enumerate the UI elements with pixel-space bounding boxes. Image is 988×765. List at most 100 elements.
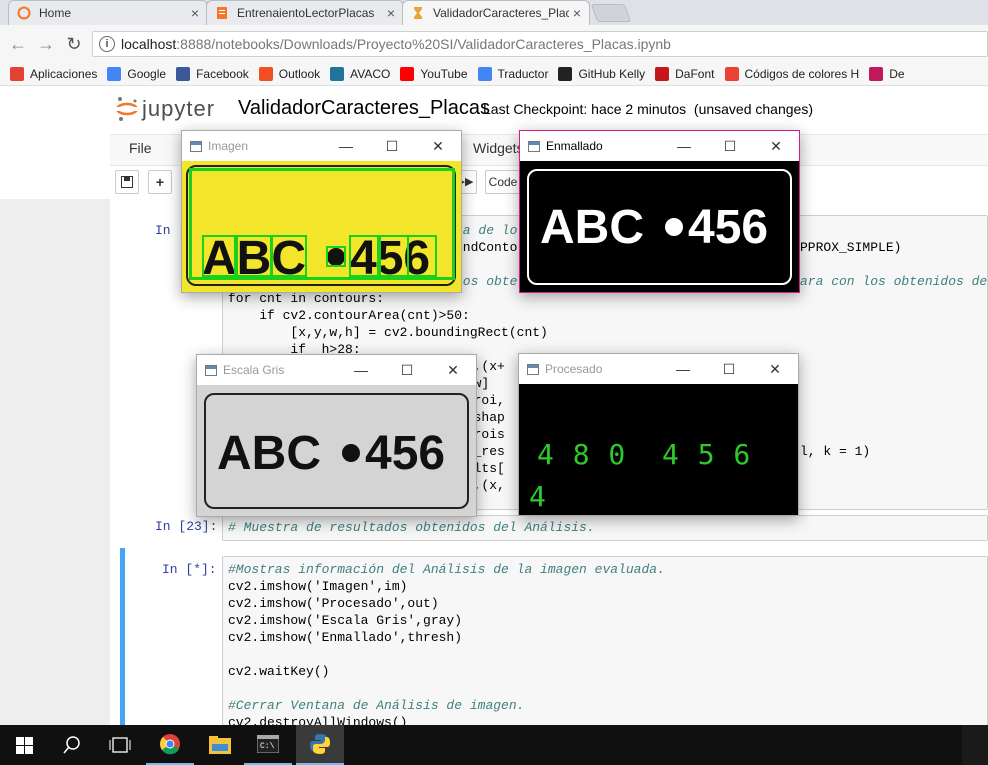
bookmark-item[interactable]: Outlook <box>258 67 320 81</box>
bookmark-icon <box>558 67 573 81</box>
menu-widgets[interactable]: Widgets <box>473 140 524 156</box>
close-icon[interactable]: × <box>191 5 199 21</box>
bookmark-item[interactable]: Códigos de colores H <box>724 67 860 81</box>
bookmark-label: Traductor <box>497 67 549 81</box>
plate-digits: 456 <box>688 201 768 254</box>
bookmark-icon <box>10 67 24 81</box>
tab-validador[interactable]: ValidadorCaracteres_Plac × <box>402 0 590 25</box>
bookmark-item[interactable]: AVACO <box>330 67 390 81</box>
terminal-icon[interactable]: C:\ <box>244 725 292 765</box>
minimize-icon[interactable]: — <box>660 361 706 377</box>
plate-digits: 456 <box>350 232 430 285</box>
plate-letters: ABC <box>217 427 321 480</box>
close-icon[interactable]: × <box>573 5 581 21</box>
bookmark-label: Google <box>127 67 167 81</box>
new-tab-button[interactable] <box>590 4 632 22</box>
close-icon[interactable]: ✕ <box>415 138 461 155</box>
bookmark-item[interactable]: GitHub Kelly <box>558 67 645 81</box>
bookmarks-bar: Aplicaciones Google Facebook Outlook AVACO Yo… <box>0 63 988 86</box>
chrome-icon[interactable] <box>146 725 194 765</box>
window-procesado[interactable]: Procesado — ☐ ✕ 4 8 0 4 5 6 4 <box>518 353 799 516</box>
window-title: Escala Gris <box>223 363 285 377</box>
bookmark-label: YouTube <box>420 67 468 81</box>
bookmark-item[interactable]: DaFont <box>655 67 715 81</box>
bookmark-item[interactable]: Facebook <box>176 67 249 81</box>
notebook-icon <box>215 6 229 20</box>
code-fragment: ía de lo <box>455 223 518 238</box>
cell-prompt: In [*]: <box>162 562 217 577</box>
bookmark-label: Códigos de colores H <box>744 67 860 81</box>
window-titlebar[interactable]: Escala Gris — ☐ ✕ <box>197 355 476 385</box>
python-icon[interactable] <box>296 725 344 765</box>
notebook-name[interactable]: ValidadorCaracteres_Placas <box>238 97 490 120</box>
hourglass-icon <box>411 6 425 20</box>
url-host: localhost <box>121 36 177 52</box>
info-icon[interactable]: i <box>99 36 115 52</box>
back-arrow-icon[interactable]: ← <box>8 34 28 54</box>
code-line: cv2.imshow('Imagen',im) <box>228 579 408 594</box>
bookmark-label: GitHub Kelly <box>578 67 646 81</box>
jupyter-logo[interactable]: jupyter <box>116 96 215 122</box>
code-line: cv2.imshow('Enmallado',thresh) <box>228 630 463 645</box>
bookmark-icon <box>724 67 739 81</box>
code-fragment: l, k = 1) <box>800 444 871 459</box>
window-titlebar[interactable]: Procesado — ☐ ✕ <box>519 354 798 384</box>
add-cell-button[interactable]: + <box>148 170 172 194</box>
window-imagen[interactable]: Imagen — ☐ ✕ ABC 456 <box>181 130 462 293</box>
window-titlebar[interactable]: Imagen — ☐ ✕ <box>182 131 461 161</box>
cell-type-select[interactable]: Code <box>485 170 521 194</box>
bookmark-item[interactable]: Aplicaciones <box>10 67 97 81</box>
task-view-icon[interactable] <box>96 725 144 765</box>
bookmark-label: AVACO <box>350 67 391 81</box>
address-bar[interactable]: i localhost:8888/notebooks/Downloads/Pro… <box>92 31 988 57</box>
recognized-text-line1: 4 8 0 4 5 6 <box>537 438 752 471</box>
code-line: cv2.imshow('Escala Gris',gray) <box>228 613 463 628</box>
plate-letters: ABC <box>540 201 644 254</box>
window-title: Enmallado <box>546 139 603 153</box>
code-line: #Mostras información del Análisis de la … <box>228 562 665 577</box>
window-titlebar[interactable]: Enmallado — ☐ ✕ <box>520 131 799 161</box>
code-line: if cv2.contourArea(cnt)>50: <box>228 308 470 323</box>
tab-entrenamiento[interactable]: EntrenaientoLectorPlacas × <box>206 0 404 25</box>
code-fragment: indConto <box>455 240 518 255</box>
maximize-icon[interactable]: ☐ <box>384 362 430 379</box>
minimize-icon[interactable]: — <box>661 138 707 154</box>
threshold-image: ABC 456 <box>520 161 799 292</box>
bookmark-icon <box>330 67 345 81</box>
reload-icon[interactable]: ↻ <box>64 34 84 54</box>
code-line: # Muestra de resultados obtenidos del An… <box>228 520 595 535</box>
window-icon <box>528 140 540 152</box>
close-icon[interactable]: ✕ <box>753 138 799 155</box>
code-line: cv2.waitKey() <box>228 664 330 679</box>
bookmark-item[interactable]: Traductor <box>477 67 549 81</box>
bookmark-label: Aplicaciones <box>30 67 98 81</box>
minimize-icon[interactable]: — <box>338 362 384 378</box>
bookmark-icon <box>258 67 273 81</box>
menu-file[interactable]: File <box>129 140 152 156</box>
bookmark-item[interactable]: Google <box>107 67 166 81</box>
minimize-icon[interactable]: — <box>323 138 369 154</box>
maximize-icon[interactable]: ☐ <box>369 138 415 155</box>
windows-start-icon[interactable] <box>0 725 48 765</box>
jupyter-icon <box>17 6 31 20</box>
close-icon[interactable]: × <box>387 5 395 21</box>
window-enmallado[interactable]: Enmallado — ☐ ✕ ABC 456 <box>519 130 800 293</box>
maximize-icon[interactable]: ☐ <box>706 361 752 378</box>
search-icon[interactable] <box>48 725 96 765</box>
bookmark-item[interactable]: YouTube <box>400 67 468 81</box>
grayscale-image: ABC 456 <box>197 385 476 516</box>
show-desktop-button[interactable] <box>962 725 988 765</box>
close-icon[interactable]: ✕ <box>752 361 798 378</box>
bookmark-icon <box>655 67 670 81</box>
file-explorer-icon[interactable] <box>196 725 244 765</box>
save-button[interactable] <box>115 170 139 194</box>
maximize-icon[interactable]: ☐ <box>707 138 753 155</box>
close-icon[interactable]: ✕ <box>430 362 476 379</box>
bookmark-item[interactable]: De <box>869 67 905 81</box>
tab-home[interactable]: Home × <box>8 0 208 25</box>
window-icon <box>190 140 202 152</box>
svg-text:C:\: C:\ <box>260 742 275 751</box>
window-escala-gris[interactable]: Escala Gris — ☐ ✕ ABC 456 <box>196 354 477 517</box>
forward-arrow-icon[interactable]: → <box>36 34 56 54</box>
window-title: Imagen <box>208 139 249 153</box>
